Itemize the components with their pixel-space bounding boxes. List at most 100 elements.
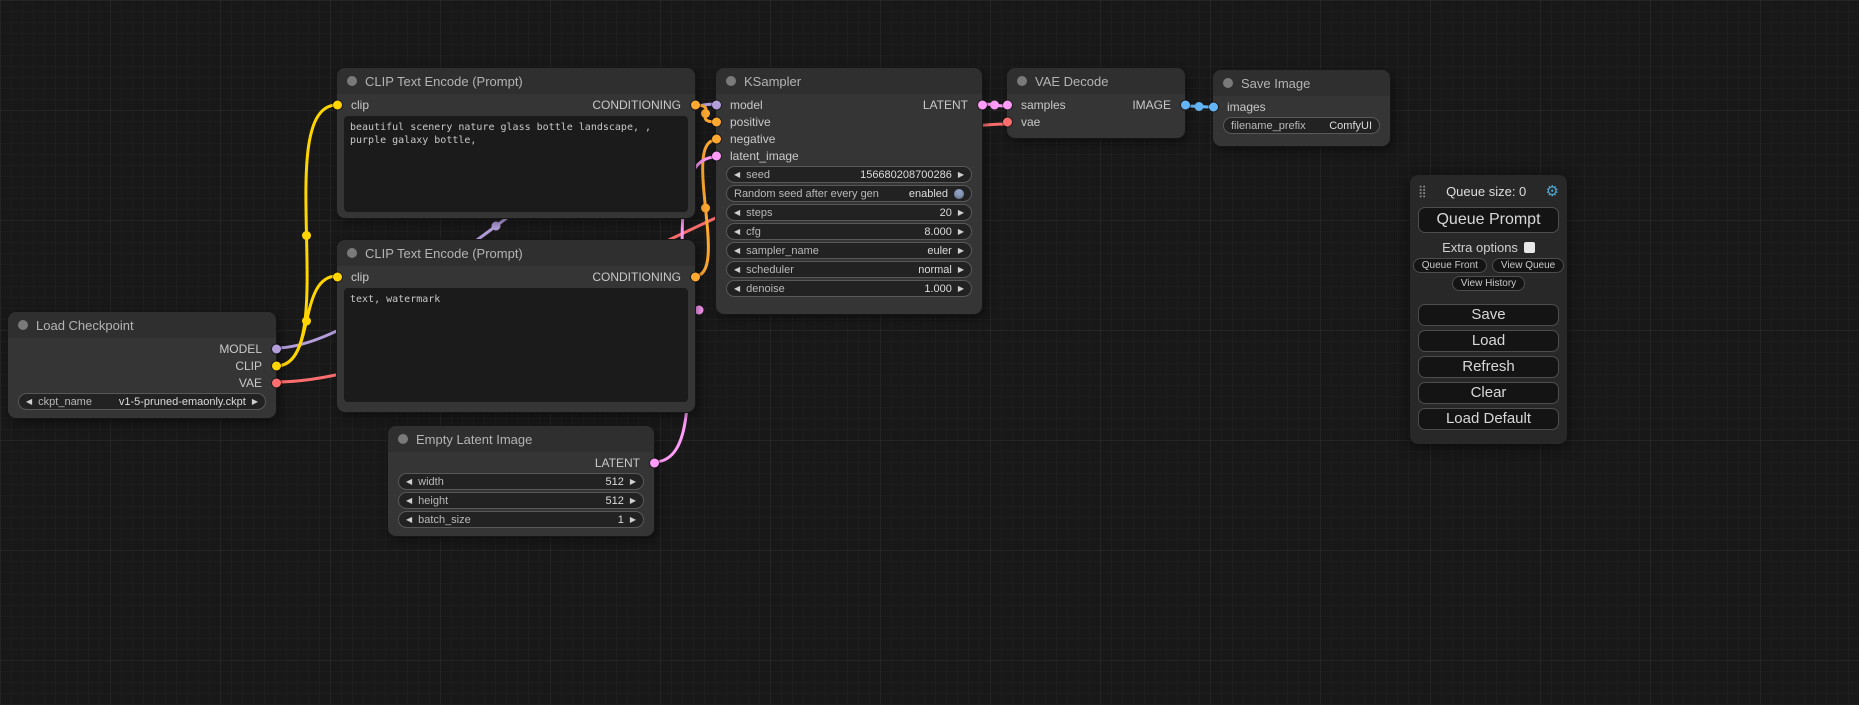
negative-prompt-textarea[interactable]: text, watermark — [344, 288, 688, 402]
slot-label: model — [730, 98, 763, 112]
node-graph-canvas[interactable]: Load Checkpoint MODEL CLIP VAE ◀ ckpt_na… — [0, 0, 1859, 705]
prev-value-arrow-icon[interactable]: ◀ — [406, 477, 412, 486]
widget-height[interactable]: ◀ height 512 ▶ — [398, 492, 644, 509]
slot-label: CONDITIONING — [592, 270, 681, 284]
node-title-bar[interactable]: VAE Decode — [1007, 68, 1185, 94]
vae-output-dot[interactable] — [272, 378, 281, 387]
node-clip-text-encode-negative[interactable]: CLIP Text Encode (Prompt) clip CONDITION… — [337, 240, 695, 412]
prev-value-arrow-icon[interactable]: ◀ — [734, 265, 740, 274]
node-title-bar[interactable]: Save Image — [1213, 70, 1390, 96]
next-value-arrow-icon[interactable]: ▶ — [630, 515, 636, 524]
node-clip-text-encode-positive[interactable]: CLIP Text Encode (Prompt) clip CONDITION… — [337, 68, 695, 218]
prev-value-arrow-icon[interactable]: ◀ — [406, 496, 412, 505]
extra-options-checkbox[interactable] — [1524, 242, 1535, 253]
widget-ckpt-name[interactable]: ◀ ckpt_name v1-5-pruned-emaonly.ckpt ▶ — [18, 393, 266, 410]
slot-label: clip — [351, 98, 369, 112]
node-save-image[interactable]: Save Image images filename_prefix ComfyU… — [1213, 70, 1390, 146]
queue-front-button[interactable]: Queue Front — [1413, 258, 1487, 273]
image-output-dot[interactable] — [1181, 100, 1190, 109]
latent-image-input-dot[interactable] — [712, 151, 721, 160]
latent-output-dot[interactable] — [650, 458, 659, 467]
output-slot-clip: CLIP — [8, 357, 276, 374]
refresh-button[interactable]: Refresh — [1418, 356, 1559, 378]
node-title-bar[interactable]: Empty Latent Image — [388, 426, 654, 452]
clip-input-dot[interactable] — [333, 100, 342, 109]
widget-filename-prefix[interactable]: filename_prefix ComfyUI — [1223, 117, 1380, 134]
samples-input-dot[interactable] — [1003, 100, 1012, 109]
widget-random-seed-toggle[interactable]: Random seed after every gen enabled — [726, 185, 972, 202]
negative-input-dot[interactable] — [712, 134, 721, 143]
prev-value-arrow-icon[interactable]: ◀ — [734, 208, 740, 217]
clip-output-dot[interactable] — [272, 361, 281, 370]
slot-label: CONDITIONING — [592, 98, 681, 112]
toggle-knob-icon[interactable] — [954, 189, 964, 199]
next-value-arrow-icon[interactable]: ▶ — [958, 265, 964, 274]
node-title-bar[interactable]: CLIP Text Encode (Prompt) — [337, 68, 695, 94]
vae-input-dot[interactable] — [1003, 117, 1012, 126]
widget-name: sampler_name — [746, 245, 819, 257]
node-title-bar[interactable]: KSampler — [716, 68, 982, 94]
next-value-arrow-icon[interactable]: ▶ — [958, 208, 964, 217]
queue-prompt-button[interactable]: Queue Prompt — [1418, 207, 1559, 233]
prev-value-arrow-icon[interactable]: ◀ — [734, 227, 740, 236]
conditioning-output-dot[interactable] — [691, 272, 700, 281]
widget-name: cfg — [746, 226, 761, 238]
slot-label: clip — [351, 270, 369, 284]
next-value-arrow-icon[interactable]: ▶ — [958, 227, 964, 236]
node-vae-decode[interactable]: VAE Decode samples IMAGE vae — [1007, 68, 1185, 138]
slot-label: MODEL — [219, 342, 262, 356]
node-empty-latent-image[interactable]: Empty Latent Image LATENT ◀ width 512 ▶ … — [388, 426, 654, 536]
widget-cfg[interactable]: ◀ cfg 8.000 ▶ — [726, 223, 972, 240]
node-load-checkpoint[interactable]: Load Checkpoint MODEL CLIP VAE ◀ ckpt_na… — [8, 312, 276, 418]
model-input-dot[interactable] — [712, 100, 721, 109]
collapse-toggle-icon[interactable] — [1223, 78, 1233, 88]
clear-button[interactable]: Clear — [1418, 382, 1559, 404]
widget-steps[interactable]: ◀ steps 20 ▶ — [726, 204, 972, 221]
conditioning-output-dot[interactable] — [691, 100, 700, 109]
widget-width[interactable]: ◀ width 512 ▶ — [398, 473, 644, 490]
next-value-arrow-icon[interactable]: ▶ — [630, 496, 636, 505]
prev-value-arrow-icon[interactable]: ◀ — [26, 397, 32, 406]
drag-handle-icon[interactable]: ⣿ — [1418, 184, 1427, 198]
collapse-toggle-icon[interactable] — [347, 248, 357, 258]
clip-input-dot[interactable] — [333, 272, 342, 281]
widget-batch-size[interactable]: ◀ batch_size 1 ▶ — [398, 511, 644, 528]
prev-value-arrow-icon[interactable]: ◀ — [734, 284, 740, 293]
next-value-arrow-icon[interactable]: ▶ — [630, 477, 636, 486]
collapse-toggle-icon[interactable] — [398, 434, 408, 444]
prev-value-arrow-icon[interactable]: ◀ — [734, 246, 740, 255]
widget-seed[interactable]: ◀ seed 156680208700286 ▶ — [726, 166, 972, 183]
node-title-bar[interactable]: CLIP Text Encode (Prompt) — [337, 240, 695, 266]
node-title-bar[interactable]: Load Checkpoint — [8, 312, 276, 338]
settings-gear-icon[interactable]: ⚙ — [1546, 182, 1559, 200]
widget-name: seed — [746, 169, 770, 181]
save-button[interactable]: Save — [1418, 304, 1559, 326]
load-button[interactable]: Load — [1418, 330, 1559, 352]
comfy-menu-panel[interactable]: ⣿ Queue size: 0 ⚙ Queue Prompt Extra opt… — [1410, 175, 1567, 444]
latent-output-dot[interactable] — [978, 100, 987, 109]
widget-scheduler[interactable]: ◀ scheduler normal ▶ — [726, 261, 972, 278]
positive-input-dot[interactable] — [712, 117, 721, 126]
load-default-button[interactable]: Load Default — [1418, 408, 1559, 430]
images-input-dot[interactable] — [1209, 102, 1218, 111]
view-queue-button[interactable]: View Queue — [1492, 258, 1564, 273]
collapse-toggle-icon[interactable] — [18, 320, 28, 330]
node-ksampler[interactable]: KSampler model LATENT positive negative … — [716, 68, 982, 314]
widget-denoise[interactable]: ◀ denoise 1.000 ▶ — [726, 280, 972, 297]
view-history-button[interactable]: View History — [1452, 276, 1525, 291]
prev-value-arrow-icon[interactable]: ◀ — [734, 170, 740, 179]
next-value-arrow-icon[interactable]: ▶ — [958, 246, 964, 255]
positive-prompt-textarea[interactable]: beautiful scenery nature glass bottle la… — [344, 116, 688, 212]
next-value-arrow-icon[interactable]: ▶ — [958, 284, 964, 293]
collapse-toggle-icon[interactable] — [726, 76, 736, 86]
node-title: CLIP Text Encode (Prompt) — [365, 74, 523, 89]
history-button-row: View History — [1410, 276, 1567, 291]
model-output-dot[interactable] — [272, 344, 281, 353]
prev-value-arrow-icon[interactable]: ◀ — [406, 515, 412, 524]
next-value-arrow-icon[interactable]: ▶ — [252, 397, 258, 406]
collapse-toggle-icon[interactable] — [1017, 76, 1027, 86]
widget-sampler-name[interactable]: ◀ sampler_name euler ▶ — [726, 242, 972, 259]
collapse-toggle-icon[interactable] — [347, 76, 357, 86]
slot-row: samples IMAGE — [1007, 96, 1185, 113]
next-value-arrow-icon[interactable]: ▶ — [958, 170, 964, 179]
